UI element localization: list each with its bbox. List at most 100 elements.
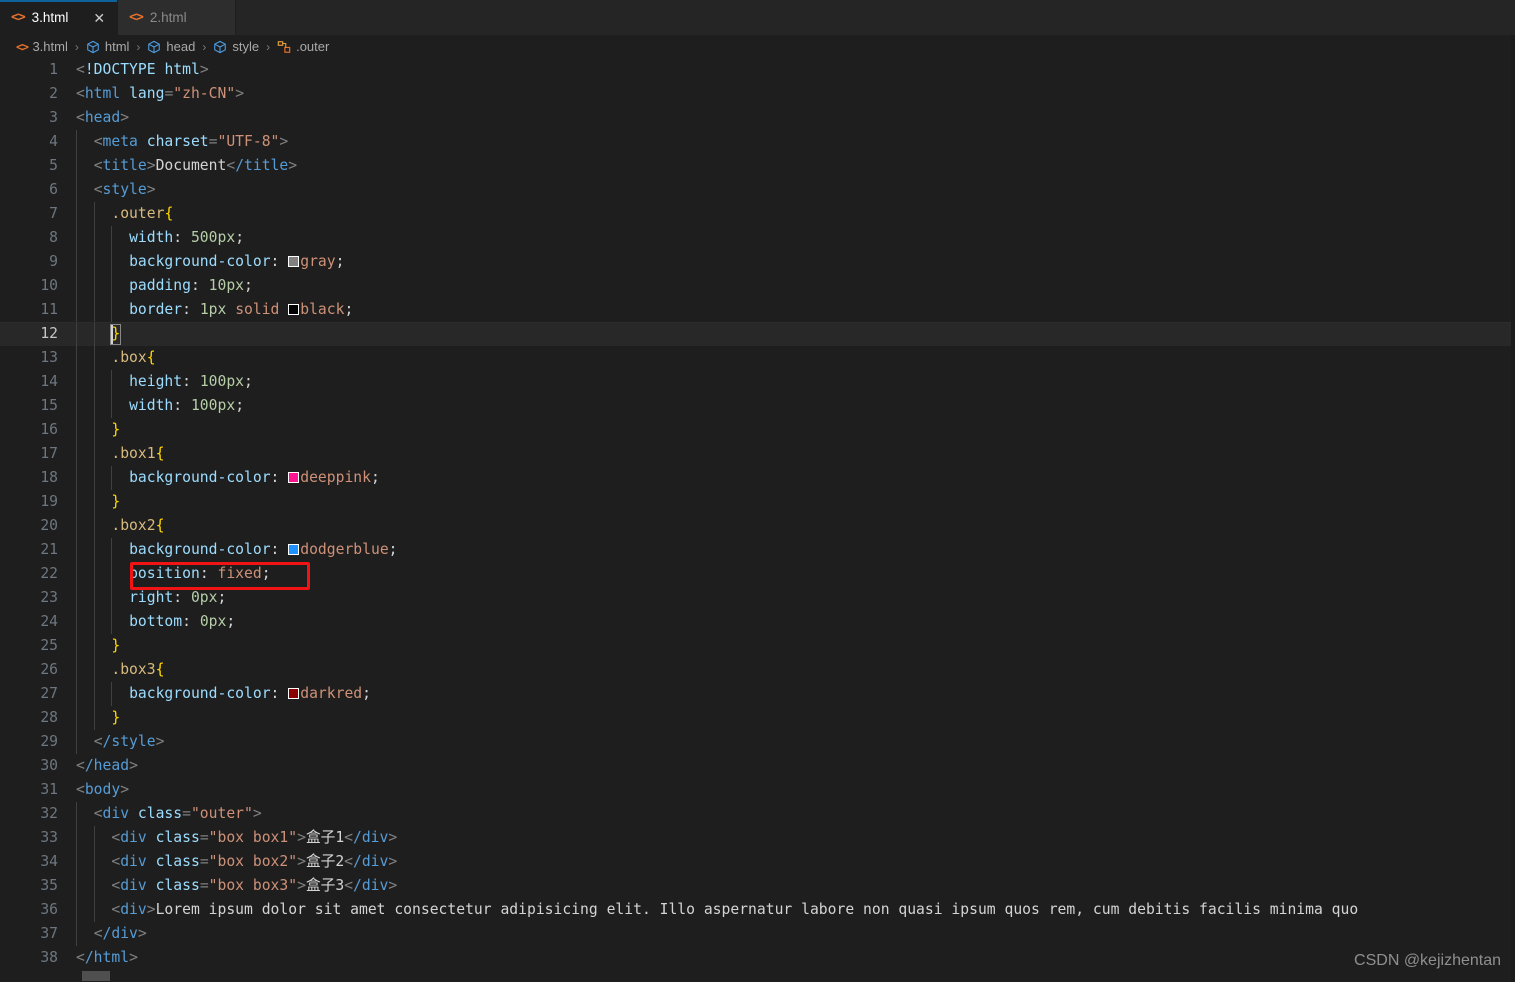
breadcrumb-item-head[interactable]: head bbox=[147, 39, 195, 54]
tab-label: 2.html bbox=[149, 10, 187, 25]
code-line-text: bottom: 0px; bbox=[129, 613, 236, 630]
code-line[interactable]: 9 background-color: gray; bbox=[0, 250, 1515, 274]
code-line[interactable]: 34 <div class="box box2">盒子2</div> bbox=[0, 850, 1515, 874]
code-line[interactable]: 7 .outer{ bbox=[0, 202, 1515, 226]
code-line[interactable]: 4 <meta charset="UTF-8"> bbox=[0, 130, 1515, 154]
horizontal-scrollbar[interactable] bbox=[0, 970, 1515, 982]
color-swatch-darkred[interactable] bbox=[288, 688, 300, 699]
breadcrumb: <> 3.html › html › head › style › .outer bbox=[0, 35, 1515, 58]
html-file-icon: <> bbox=[129, 10, 144, 25]
editor-tab-bar: <> 3.html ✕ <> 2.html ✕ bbox=[0, 0, 1515, 35]
code-line[interactable]: 6 <style> bbox=[0, 178, 1515, 202]
line-number: 13 bbox=[40, 349, 58, 366]
code-line[interactable]: 1 <!DOCTYPE html> bbox=[0, 58, 1515, 82]
code-line[interactable]: 16 } bbox=[0, 418, 1515, 442]
code-line[interactable]: 32 <div class="outer"> bbox=[0, 802, 1515, 826]
code-line[interactable]: 20 .box2{ bbox=[0, 514, 1515, 538]
code-line-text: <head> bbox=[76, 109, 130, 126]
code-line[interactable]: 19 } bbox=[0, 490, 1515, 514]
breadcrumb-label: .outer bbox=[296, 39, 330, 54]
code-line-text: .outer{ bbox=[111, 205, 174, 222]
code-line[interactable]: 13 .box{ bbox=[0, 346, 1515, 370]
code-line[interactable]: 38 </html> bbox=[0, 946, 1515, 970]
code-lines-container: 1 <!DOCTYPE html> 2 <html lang="zh-CN"> 3 <he… bbox=[0, 58, 1515, 970]
code-line-text: background-color: gray; bbox=[129, 253, 345, 270]
code-line[interactable]: 30 </head> bbox=[0, 754, 1515, 778]
code-line-text: .box2{ bbox=[111, 517, 165, 534]
code-line[interactable]: 24 bottom: 0px; bbox=[0, 610, 1515, 634]
code-line-text: .box{ bbox=[111, 349, 156, 366]
line-number: 6 bbox=[49, 181, 58, 198]
tab-2-html[interactable]: <> 2.html ✕ bbox=[118, 0, 237, 35]
code-line[interactable]: 22 position: fixed; bbox=[0, 562, 1515, 586]
color-swatch-gray[interactable] bbox=[288, 256, 300, 267]
line-number: 21 bbox=[40, 541, 58, 558]
code-line[interactable]: 8 width: 500px; bbox=[0, 226, 1515, 250]
code-line[interactable]: 5 <title>Document</title> bbox=[0, 154, 1515, 178]
breadcrumb-label: head bbox=[166, 39, 196, 54]
breadcrumb-item-html[interactable]: html bbox=[86, 39, 130, 54]
code-line-text: </style> bbox=[93, 733, 165, 750]
line-number: 30 bbox=[40, 757, 58, 774]
vscode-window: <> 3.html ✕ <> 2.html ✕ <> 3.html › html… bbox=[0, 0, 1515, 982]
code-line[interactable]: 33 <div class="box box1">盒子1</div> bbox=[0, 826, 1515, 850]
code-line-text: <div class="box box1">盒子1</div> bbox=[111, 829, 398, 846]
code-line[interactable]: 18 background-color: deeppink; bbox=[0, 466, 1515, 490]
code-line-text: border: 1px solid black; bbox=[129, 301, 354, 318]
code-line[interactable]: 3 <head> bbox=[0, 106, 1515, 130]
breadcrumb-item-style[interactable]: style bbox=[213, 39, 259, 54]
color-swatch-deeppink[interactable] bbox=[288, 472, 300, 483]
symbol-structure-icon bbox=[147, 40, 161, 54]
code-line-text: } bbox=[111, 421, 121, 438]
code-line[interactable]: 37 </div> bbox=[0, 922, 1515, 946]
color-swatch-black[interactable] bbox=[288, 304, 300, 315]
line-number: 17 bbox=[40, 445, 58, 462]
code-line[interactable]: 10 padding: 10px; bbox=[0, 274, 1515, 298]
line-number: 38 bbox=[40, 949, 58, 966]
line-number: 37 bbox=[40, 925, 58, 942]
line-number: 7 bbox=[49, 205, 58, 222]
line-number: 19 bbox=[40, 493, 58, 510]
code-line[interactable]: 21 background-color: dodgerblue; bbox=[0, 538, 1515, 562]
watermark: CSDN @kejizhentan bbox=[1354, 952, 1501, 969]
horizontal-scrollbar-thumb[interactable] bbox=[82, 971, 110, 981]
code-line[interactable]: 2 <html lang="zh-CN"> bbox=[0, 82, 1515, 106]
code-line[interactable]: 36 <div>Lorem ipsum dolor sit amet conse… bbox=[0, 898, 1515, 922]
code-editor[interactable]: 1 <!DOCTYPE html> 2 <html lang="zh-CN"> 3 <he… bbox=[0, 58, 1515, 982]
close-icon[interactable]: ✕ bbox=[93, 11, 105, 25]
code-line-text: position: fixed; bbox=[129, 565, 271, 582]
editor-right-edge bbox=[1511, 35, 1515, 982]
tab-label: 3.html bbox=[31, 10, 69, 25]
tab-3-html[interactable]: <> 3.html ✕ bbox=[0, 0, 119, 35]
color-swatch-dodgerblue[interactable] bbox=[288, 544, 300, 555]
line-number: 29 bbox=[40, 733, 58, 750]
code-line[interactable]: 12 } bbox=[0, 322, 1515, 346]
line-number: 15 bbox=[40, 397, 58, 414]
code-line[interactable]: 25 } bbox=[0, 634, 1515, 658]
code-line[interactable]: 23 right: 0px; bbox=[0, 586, 1515, 610]
code-line[interactable]: 27 background-color: darkred; bbox=[0, 682, 1515, 706]
code-line-text: <title>Document</title> bbox=[93, 157, 298, 174]
breadcrumb-separator: › bbox=[202, 39, 207, 54]
line-number: 9 bbox=[49, 253, 58, 270]
code-line[interactable]: 14 height: 100px; bbox=[0, 370, 1515, 394]
code-line[interactable]: 35 <div class="box box3">盒子3</div> bbox=[0, 874, 1515, 898]
code-line[interactable]: 17 .box1{ bbox=[0, 442, 1515, 466]
code-line[interactable]: 26 .box3{ bbox=[0, 658, 1515, 682]
breadcrumb-separator: › bbox=[136, 39, 141, 54]
code-line[interactable]: 31 <body> bbox=[0, 778, 1515, 802]
code-line-text: background-color: darkred; bbox=[129, 685, 371, 702]
line-number: 32 bbox=[40, 805, 58, 822]
breadcrumb-separator: › bbox=[74, 39, 79, 54]
code-line[interactable]: 29 </style> bbox=[0, 730, 1515, 754]
line-number: 33 bbox=[40, 829, 58, 846]
code-line[interactable]: 15 width: 100px; bbox=[0, 394, 1515, 418]
breadcrumb-item-outer[interactable]: .outer bbox=[277, 39, 329, 54]
breadcrumb-label: html bbox=[104, 39, 130, 54]
breadcrumb-label: 3.html bbox=[32, 39, 68, 54]
code-line[interactable]: 28 } bbox=[0, 706, 1515, 730]
line-number: 4 bbox=[49, 133, 58, 150]
line-number: 11 bbox=[40, 301, 58, 318]
code-line[interactable]: 11 border: 1px solid black; bbox=[0, 298, 1515, 322]
breadcrumb-item-file[interactable]: <> 3.html bbox=[16, 39, 68, 54]
